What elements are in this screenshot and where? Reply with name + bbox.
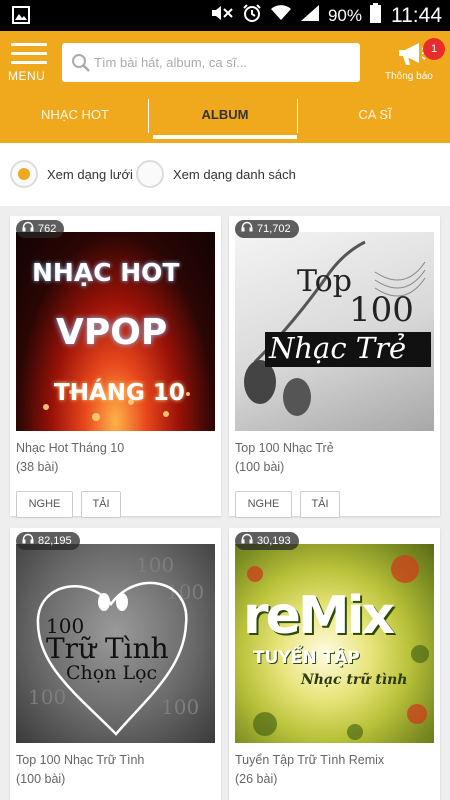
- listen-count-badge: 71,702: [235, 220, 299, 238]
- album-card[interactable]: 30,193 reMix TUYỂN TẬP Nhạc trữ tình Tuy…: [229, 528, 440, 800]
- notification-label: Thông báo: [385, 71, 433, 82]
- svg-text:100: 100: [28, 685, 66, 709]
- radio-list[interactable]: [136, 160, 164, 188]
- cover-title-line: Chọn Lọc: [66, 662, 158, 684]
- cover-title-line: NHẠC HOT: [32, 258, 180, 287]
- headphones-icon: [241, 532, 253, 550]
- tab-divider: [148, 99, 149, 133]
- tab-divider: [297, 99, 298, 133]
- notification-button[interactable]: 1 Thông báo: [381, 37, 445, 89]
- listen-count: 71,702: [257, 223, 291, 235]
- cover-title-line: THÁNG 10: [54, 380, 185, 406]
- alarm-icon: [242, 3, 262, 28]
- view-list-option[interactable]: Xem dạng danh sách: [136, 159, 296, 189]
- cover-title-line: TUYỂN TẬP: [253, 648, 360, 668]
- svg-text:100: 100: [161, 695, 199, 719]
- gallery-notification-icon: [12, 6, 30, 29]
- cover-title-line: 100: [349, 290, 414, 330]
- tab-album[interactable]: ALBUM: [150, 93, 300, 143]
- album-title[interactable]: Tuyển Tập Trữ Tình Remix: [235, 753, 384, 767]
- album-title[interactable]: Top 100 Nhạc Trữ Tình: [16, 753, 144, 767]
- download-button[interactable]: TẢI: [81, 491, 121, 518]
- search-input[interactable]: [94, 43, 354, 82]
- play-button[interactable]: NGHE: [16, 491, 73, 518]
- listen-count-badge: 82,195: [16, 532, 80, 550]
- search-icon: [71, 53, 91, 78]
- view-list-label: Xem dạng danh sách: [173, 166, 296, 182]
- wifi-icon: [270, 4, 292, 27]
- listen-count: 82,195: [38, 535, 72, 547]
- album-track-count: (38 bài): [16, 460, 59, 474]
- listen-count: 762: [38, 223, 57, 235]
- menu-label: MENU: [8, 69, 46, 83]
- cover-title-line: Nhạc Trẻ: [269, 331, 407, 365]
- listen-count: 30,193: [257, 535, 291, 547]
- view-grid-label: Xem dạng lưới: [47, 166, 133, 182]
- listen-count-badge: 30,193: [235, 532, 299, 550]
- mute-icon: [210, 4, 234, 27]
- tab-nhac-hot[interactable]: NHẠC HOT: [0, 93, 150, 143]
- cover-title-line: VPOP: [56, 312, 168, 353]
- radio-grid[interactable]: [10, 160, 38, 188]
- album-cover-image[interactable]: 100 100 100 100 100 Trữ Tình Chọn Lọc: [16, 544, 215, 743]
- album-card[interactable]: 71,702 Top 100 Nhạc Trẻ Top 100 Nhạc Trẻ…: [229, 216, 440, 518]
- album-title[interactable]: Top 100 Nhạc Trẻ: [235, 441, 334, 455]
- cover-title-line: Top: [297, 264, 352, 299]
- album-track-count: (26 bài): [235, 772, 278, 786]
- cover-title-line: Nhạc trữ tình: [301, 672, 408, 688]
- svg-text:100: 100: [166, 580, 204, 604]
- album-cover-image[interactable]: Top 100 Nhạc Trẻ: [235, 232, 434, 431]
- album-card[interactable]: 82,195 100 100 100 100 100 Trữ Tình Chọn Lọ…: [10, 528, 221, 800]
- cover-title-line: Trữ Tình: [46, 632, 169, 665]
- battery-icon: [370, 3, 381, 28]
- search-box[interactable]: [62, 43, 360, 82]
- cover-title-line: reMix: [243, 586, 395, 646]
- album-grid: 762 NHẠC HOT VPOP THÁNG 10 Nhạc Hot Thán…: [0, 206, 450, 800]
- album-title[interactable]: Nhạc Hot Tháng 10: [16, 441, 124, 455]
- headphones-icon: [241, 220, 253, 238]
- album-track-count: (100 bài): [16, 772, 66, 786]
- clock: 11:44: [391, 3, 442, 27]
- album-cover-image[interactable]: reMix TUYỂN TẬP Nhạc trữ tình: [235, 544, 434, 743]
- status-bar: 90% 11:44: [0, 0, 450, 31]
- signal-icon: [300, 4, 320, 27]
- hamburger-icon: [11, 43, 47, 70]
- notification-count-badge: 1: [423, 38, 445, 60]
- svg-text:100: 100: [136, 553, 174, 577]
- menu-button[interactable]: MENU: [8, 39, 52, 87]
- app-header: MENU 1 Thông báo: [0, 31, 450, 93]
- view-grid-option[interactable]: Xem dạng lưới: [10, 159, 133, 189]
- battery-percent: 90%: [327, 5, 362, 25]
- headphones-icon: [22, 220, 34, 238]
- play-button[interactable]: NGHE: [235, 491, 292, 518]
- view-mode-options: Xem dạng lưới Xem dạng danh sách: [0, 143, 450, 206]
- album-track-count: (100 bài): [235, 460, 285, 474]
- headphones-icon: [22, 532, 34, 550]
- tab-ca-si[interactable]: CA SĨ: [300, 93, 450, 143]
- album-card[interactable]: 762 NHẠC HOT VPOP THÁNG 10 Nhạc Hot Thán…: [10, 216, 221, 518]
- tab-bar: NHẠC HOT ALBUM CA SĨ: [0, 93, 450, 143]
- listen-count-badge: 762: [16, 220, 65, 238]
- album-cover-image[interactable]: NHẠC HOT VPOP THÁNG 10: [16, 232, 215, 431]
- download-button[interactable]: TẢI: [300, 491, 340, 518]
